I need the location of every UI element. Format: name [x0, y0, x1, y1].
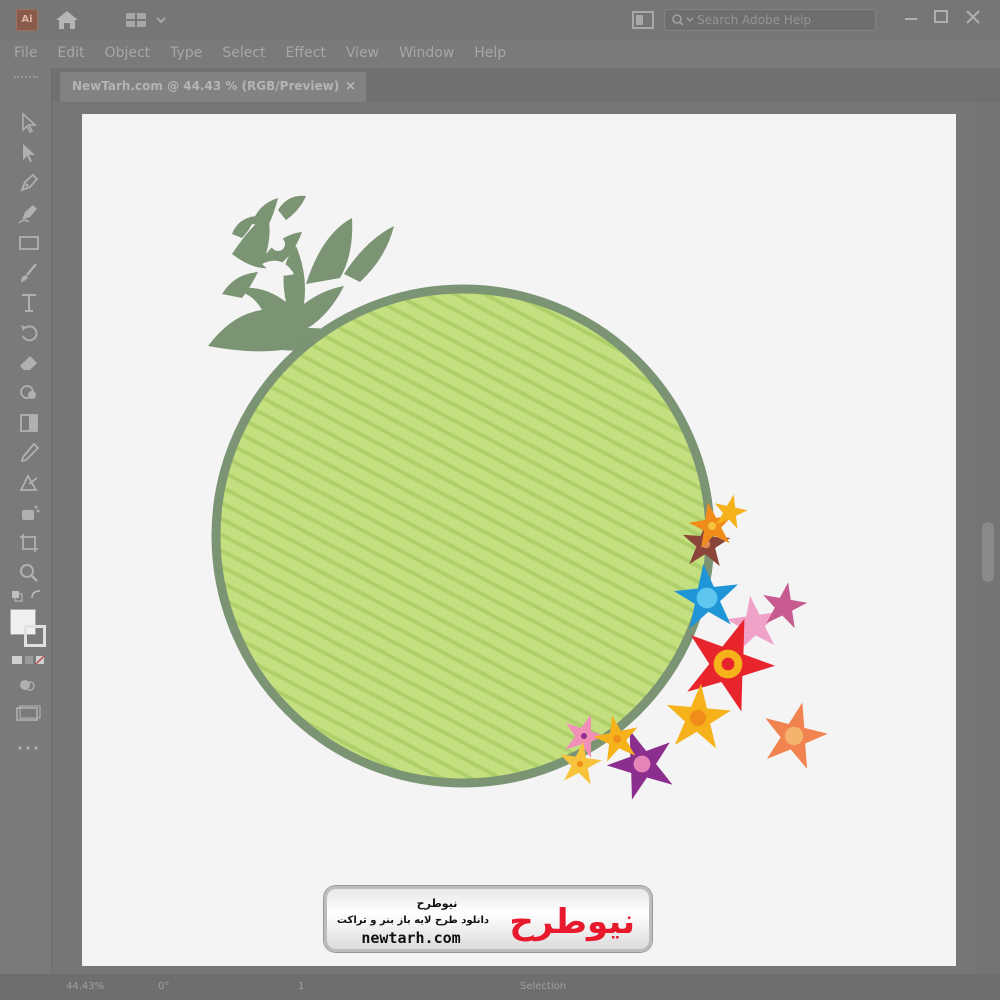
paintbrush-icon [21, 263, 37, 282]
brand-logo-text: نیوطرح [509, 902, 635, 942]
flower-orange-right [755, 694, 834, 772]
artboard-tool[interactable] [16, 530, 42, 556]
edit-toolbar-icon[interactable] [16, 744, 40, 752]
type-tool[interactable] [16, 290, 42, 316]
toolbar-grip[interactable] [14, 76, 38, 80]
rotation-angle[interactable]: 0° [158, 981, 169, 992]
brand-url: newtarh.com [361, 929, 460, 947]
app-logo[interactable]: Ai [16, 9, 38, 31]
status-bar: 44.43% 0° 1 Selection [0, 974, 1000, 1000]
shape-builder-icon [20, 385, 36, 399]
zoom-icon [20, 564, 38, 582]
menu-select[interactable]: Select [222, 45, 265, 61]
drawing-mode-icon[interactable] [16, 676, 40, 694]
main-circle[interactable] [211, 284, 715, 788]
document-tab-bar: NewTarh.com @ 44.43 % (RGB/Preview) × [52, 68, 1000, 102]
type-icon [22, 294, 36, 312]
brand-tagline: دانلود طرح لایه باز بنر و تراکت [337, 915, 489, 926]
eyedropper-tool[interactable] [16, 440, 42, 466]
zoom-tool[interactable] [16, 560, 42, 586]
flower-yellow-mid [663, 680, 734, 750]
artboard-number[interactable]: 1 [298, 981, 304, 992]
symbol-sprayer-icon [22, 505, 40, 520]
artboard-icon [20, 534, 38, 552]
menu-object[interactable]: Object [105, 45, 151, 61]
vertical-scrollbar[interactable] [976, 102, 1000, 974]
rotate-tool[interactable] [16, 320, 42, 346]
menu-edit[interactable]: Edit [57, 45, 84, 61]
shape-builder-tool[interactable] [16, 380, 42, 406]
search-help-box[interactable] [664, 9, 876, 31]
arrange-documents-icon[interactable] [632, 11, 654, 29]
minimize-icon[interactable] [896, 6, 926, 30]
curvature-tool[interactable] [16, 200, 42, 226]
artboard[interactable] [82, 114, 956, 966]
flower-yellow-top [710, 490, 751, 531]
rotate-icon [21, 325, 38, 342]
artwork [208, 195, 834, 804]
document-tab-title: NewTarh.com @ 44.43 % (RGB/Preview) [72, 79, 340, 93]
current-tool-label[interactable]: Selection [520, 981, 566, 992]
menu-bar: File Edit Object Type Select Effect View… [0, 40, 1000, 66]
canvas-area[interactable] [52, 102, 976, 974]
stroke-color-swatch[interactable] [24, 625, 46, 647]
menu-window[interactable]: Window [399, 45, 454, 61]
menu-view[interactable]: View [346, 45, 379, 61]
gradient-tool[interactable] [16, 410, 42, 436]
maximize-icon[interactable] [926, 6, 956, 30]
search-icon [672, 14, 694, 26]
menu-file[interactable]: File [14, 45, 37, 61]
title-bar: Ai [0, 0, 1000, 40]
rectangle-tool[interactable] [16, 230, 42, 256]
direct-selection-arrow-icon [23, 144, 35, 162]
blend-icon [19, 474, 38, 491]
close-window-icon[interactable] [958, 6, 988, 30]
newtarh-watermark: نیوطرح نیوطرح دانلود طرح لایه باز بنر و … [324, 886, 652, 952]
color-mode-icons[interactable] [10, 652, 46, 668]
gradient-icon [20, 414, 38, 432]
selection-arrow-icon [22, 112, 38, 134]
direct-selection-tool[interactable] [16, 140, 42, 166]
zoom-level[interactable]: 44.43% [66, 981, 104, 992]
menu-effect[interactable]: Effect [286, 45, 326, 61]
menu-help[interactable]: Help [474, 45, 506, 61]
symbol-sprayer-tool[interactable] [16, 500, 42, 526]
screen-mode-icon[interactable] [14, 704, 42, 722]
tools-panel [0, 68, 52, 974]
brand-name: نیوطرح [417, 897, 458, 910]
pen-tool[interactable] [16, 170, 42, 196]
eraser-icon [20, 356, 37, 370]
eyedropper-icon [20, 442, 40, 463]
workspace-switcher-icon[interactable] [124, 11, 172, 29]
home-icon[interactable] [54, 8, 80, 32]
close-tab-icon[interactable]: × [345, 79, 356, 94]
curvature-pen-icon [18, 205, 37, 224]
newtarh-logo: نیوطرح نیوطرح دانلود طرح لایه باز بنر و … [337, 897, 635, 947]
rectangle-icon [19, 236, 39, 250]
eraser-tool[interactable] [16, 350, 42, 376]
document-tab[interactable]: NewTarh.com @ 44.43 % (RGB/Preview) × [60, 72, 366, 102]
blend-tool[interactable] [16, 470, 42, 496]
scrollbar-thumb[interactable] [982, 522, 994, 582]
swap-fill-stroke-icon[interactable] [10, 588, 44, 604]
selection-tool[interactable] [16, 110, 42, 136]
menu-type[interactable]: Type [170, 45, 202, 61]
pen-icon [20, 173, 39, 192]
search-input[interactable] [697, 12, 867, 28]
paintbrush-tool[interactable] [16, 260, 42, 286]
